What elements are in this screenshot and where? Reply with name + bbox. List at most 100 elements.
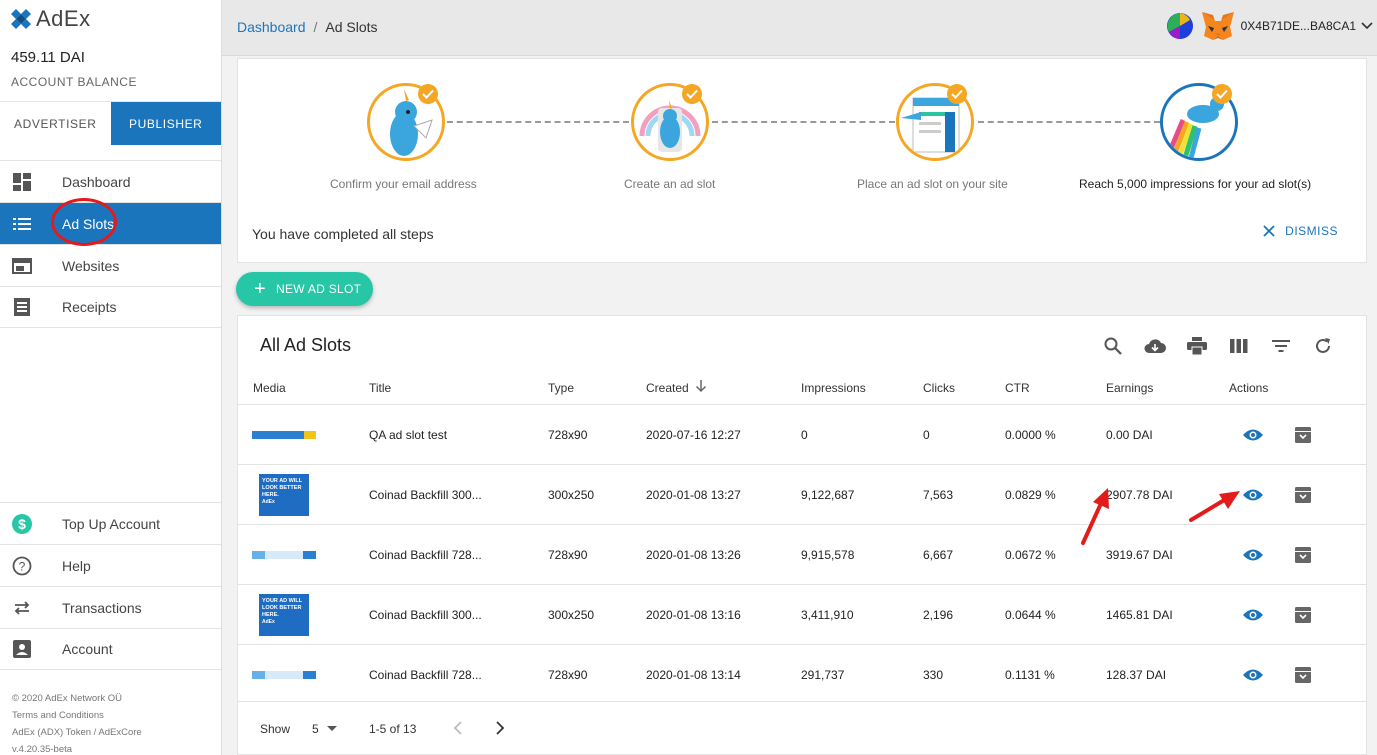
cell-earnings: 3919.67 DAI	[1106, 548, 1173, 562]
sidebar-item-account[interactable]: Account	[0, 628, 221, 670]
col-created-label: Created	[646, 381, 689, 395]
cell-earnings: 0.00 DAI	[1106, 428, 1153, 442]
dashboard-icon	[11, 171, 33, 193]
step-connector	[447, 121, 629, 123]
col-type[interactable]: Type	[548, 381, 574, 395]
sidebar-item-dashboard[interactable]: Dashboard	[0, 160, 221, 202]
col-ctr[interactable]: CTR	[1005, 381, 1030, 395]
sidebar-item-label: Account	[62, 641, 113, 657]
step-1-label: Confirm your email address	[330, 177, 477, 191]
archive-icon[interactable]	[1292, 484, 1314, 506]
cell-created: 2020-01-08 13:16	[646, 608, 741, 622]
help-icon: ?	[11, 555, 33, 577]
cell-impressions: 3,411,910	[801, 608, 854, 622]
col-created[interactable]: Created	[646, 380, 707, 395]
step-4-label: Reach 5,000 impressions for your ad slot…	[1079, 177, 1312, 191]
cell-clicks: 2,196	[923, 608, 954, 622]
tab-advertiser[interactable]: ADVERTISER	[0, 102, 111, 145]
next-page-icon[interactable]	[495, 721, 505, 738]
new-ad-slot-label: NEW AD SLOT	[275, 282, 362, 296]
cell-clicks: 6,667	[923, 548, 954, 562]
cell-created: 2020-07-16 12:27	[646, 428, 741, 442]
col-impressions[interactable]: Impressions	[801, 381, 866, 395]
ad-thumbnail	[252, 671, 316, 679]
check-icon	[1212, 84, 1232, 104]
account-icon	[11, 638, 33, 660]
sidebar-item-transactions[interactable]: Transactions	[0, 586, 221, 628]
terms-link[interactable]: Terms and Conditions	[12, 710, 104, 721]
breadcrumb-dashboard[interactable]: Dashboard	[237, 19, 306, 35]
breadcrumb-separator: /	[313, 19, 318, 35]
cell-impressions: 9,122,687	[801, 488, 855, 502]
prev-page-icon[interactable]	[453, 721, 463, 738]
breadcrumb: Dashboard / Ad Slots	[237, 19, 378, 35]
breadcrumb-current: Ad Slots	[325, 19, 378, 35]
table-toolbar	[1102, 335, 1334, 357]
ad-thumbnail: YOUR AD WILL LOOK BETTER HERE. AdEx	[259, 474, 309, 516]
table-row: Coinad Backfill 728... 728x90 2020-01-08…	[238, 644, 1366, 704]
refresh-icon[interactable]	[1312, 335, 1334, 357]
pagination: Show 5 1-5 of 13	[238, 701, 1366, 755]
sidebar-item-label: Transactions	[62, 599, 142, 616]
role-tabs: ADVERTISER PUBLISHER	[0, 101, 221, 145]
archive-icon[interactable]	[1292, 604, 1314, 626]
cell-ctr: 0.1131 %	[1005, 668, 1055, 682]
cell-clicks: 330	[923, 668, 944, 682]
cell-earnings: 2907.78 DAI	[1106, 488, 1173, 502]
dismiss-label: DISMISS	[1285, 224, 1338, 238]
logo[interactable]: AdEx	[10, 6, 91, 32]
sidebar-item-label: Receipts	[62, 299, 117, 315]
archive-icon[interactable]	[1292, 424, 1314, 446]
ad-thumbnail-brand: AdEx	[262, 499, 275, 505]
cell-clicks: 7,563	[923, 488, 954, 502]
new-ad-slot-button[interactable]: + NEW AD SLOT	[236, 272, 373, 306]
sidebar-item-label: Websites	[62, 257, 120, 274]
sidebar-item-receipts[interactable]: Receipts	[0, 286, 221, 328]
chevron-down-icon	[1361, 22, 1373, 30]
sidebar-item-websites[interactable]: Websites	[0, 244, 221, 286]
adex-logo-icon	[11, 9, 31, 29]
col-title[interactable]: Title	[369, 381, 391, 395]
check-icon	[682, 84, 702, 104]
print-icon[interactable]	[1186, 335, 1208, 357]
rows-per-page-select[interactable]: 5	[312, 722, 337, 736]
cell-ctr: 0.0672 %	[1005, 548, 1056, 562]
view-eye-icon[interactable]	[1242, 604, 1264, 626]
annotation-arrow-view	[1189, 491, 1240, 522]
view-eye-icon[interactable]	[1242, 424, 1264, 446]
columns-icon[interactable]	[1228, 335, 1250, 357]
onboarding-steps-card: Confirm your email address Create an ad …	[237, 58, 1367, 263]
table-row: QA ad slot test 728x90 2020-07-16 12:27 …	[238, 404, 1366, 464]
token-links[interactable]: AdEx (ADX) Token / AdExCore	[12, 727, 142, 738]
rows-per-page-value: 5	[312, 722, 319, 736]
cell-type: 728x90	[548, 668, 588, 682]
annotation-circle	[51, 198, 117, 246]
archive-icon[interactable]	[1292, 544, 1314, 566]
account-balance-label: ACCOUNT BALANCE	[11, 75, 137, 89]
version: v.4.20.35-beta	[12, 744, 73, 755]
step-2-label: Create an ad slot	[624, 177, 716, 191]
view-eye-icon[interactable]	[1242, 664, 1264, 686]
tab-publisher[interactable]: PUBLISHER	[110, 102, 221, 145]
archive-icon[interactable]	[1292, 664, 1314, 686]
account-menu[interactable]: 0X4B71DE...BA8CA1	[1166, 10, 1373, 42]
sidebar-item-top-up[interactable]: $ Top Up Account	[0, 502, 221, 544]
dismiss-button[interactable]: DISMISS	[1263, 224, 1338, 238]
sort-desc-arrow-icon	[695, 380, 706, 393]
filter-icon[interactable]	[1270, 335, 1292, 357]
sidebar: AdEx 459.11 DAI ACCOUNT BALANCE ADVERTIS…	[0, 0, 222, 755]
cloud-download-icon[interactable]	[1144, 335, 1166, 357]
cell-title: Coinad Backfill 300...	[369, 608, 482, 622]
dollar-icon: $	[11, 513, 33, 535]
col-earnings[interactable]: Earnings	[1106, 381, 1153, 395]
col-clicks[interactable]: Clicks	[923, 381, 955, 395]
table-title: All Ad Slots	[260, 335, 352, 355]
sidebar-item-help[interactable]: ? Help	[0, 544, 221, 586]
search-icon[interactable]	[1102, 335, 1124, 357]
cell-earnings: 1465.81 DAI	[1106, 608, 1173, 622]
ad-slots-table-card: All Ad Slots Media Title Type Created Im…	[237, 315, 1367, 755]
view-eye-icon[interactable]	[1242, 544, 1264, 566]
cell-ctr: 0.0829 %	[1005, 488, 1056, 502]
view-eye-icon[interactable]	[1242, 484, 1264, 506]
sidebar-item-label: Help	[62, 557, 91, 574]
